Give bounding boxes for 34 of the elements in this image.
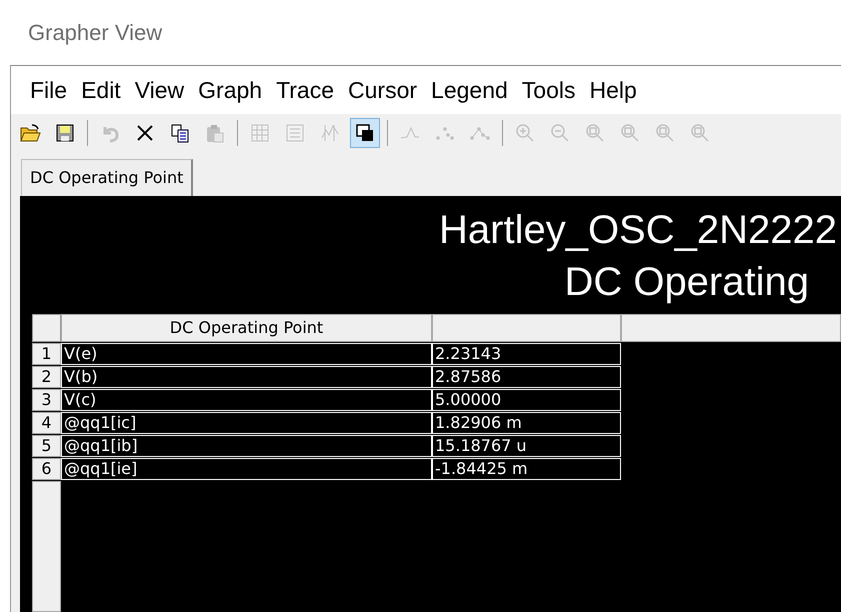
graph-subtitle: DC Operating — [564, 259, 809, 306]
menu-item[interactable]: Help — [590, 76, 637, 104]
row-number: 6 — [32, 458, 61, 480]
overlay-icon[interactable] — [350, 118, 380, 148]
menu-item[interactable]: File — [30, 76, 68, 104]
table-cell: @qq1[ie] — [61, 458, 432, 480]
table-cell: V(e) — [61, 343, 432, 365]
menu-item[interactable]: Cursor — [348, 76, 418, 104]
row-number: 1 — [32, 343, 61, 365]
corner-cell — [32, 314, 61, 342]
row-number: 4 — [32, 412, 61, 434]
table-cell: V(c) — [61, 389, 432, 411]
table-cell: -1.84425 m — [432, 458, 621, 480]
menu-item[interactable]: Legend — [431, 76, 508, 104]
graph-title: Hartley_OSC_2N2222 — [439, 207, 837, 254]
row-number: 5 — [32, 435, 61, 457]
menu-item[interactable]: View — [134, 76, 184, 104]
column-header: DC Operating Point — [61, 314, 432, 342]
row-number: 2 — [32, 366, 61, 388]
table-cell: @qq1[ib] — [61, 435, 432, 457]
table-cell: V(b) — [61, 366, 432, 388]
table-cell: 2.87586 — [432, 366, 621, 388]
table-cell: 5.00000 — [432, 389, 621, 411]
tab[interactable]: DC Operating Point — [21, 159, 194, 196]
row-number: 3 — [32, 389, 61, 411]
table-cell: 2.23143 — [432, 343, 621, 365]
menu-item[interactable]: Trace — [276, 76, 334, 104]
menu-item[interactable]: Graph — [198, 76, 262, 104]
menu-item[interactable]: Tools — [522, 76, 576, 104]
table-cell: 1.82906 m — [432, 412, 621, 434]
menu-item[interactable]: Edit — [81, 76, 121, 104]
table-cell: 15.18767 u — [432, 435, 621, 457]
table-cell: @qq1[ic] — [61, 412, 432, 434]
window-title: Grapher View — [28, 20, 162, 46]
